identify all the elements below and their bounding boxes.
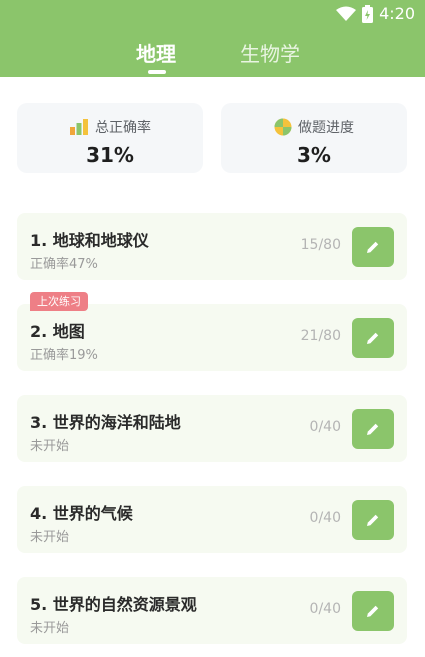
tab-geography[interactable]: 地理 — [136, 38, 176, 67]
chapter-subtitle: 正确率19% — [30, 348, 98, 363]
chapter-title: 1. 地球和地球仪 — [30, 231, 149, 250]
active-tab-indicator — [148, 70, 166, 74]
chapter-item-2[interactable]: 2. 地图 正确率19% 21/80 — [17, 304, 407, 371]
bar-chart-icon — [70, 119, 88, 135]
accuracy-header: 总正确率 — [17, 117, 203, 137]
pencil-icon — [367, 332, 379, 344]
chapter-title: 3. 世界的海洋和陆地 — [30, 413, 181, 432]
chapter-item-5[interactable]: 5. 世界的自然资源景观 未开始 0/40 — [17, 577, 407, 644]
edit-button[interactable] — [352, 591, 394, 631]
chapter-item-1[interactable]: 1. 地球和地球仪 正确率47% 15/80 — [17, 213, 407, 280]
wifi-icon — [336, 6, 357, 21]
progress-header: 做题进度 — [221, 117, 407, 137]
accuracy-label: 总正确率 — [95, 120, 151, 136]
progress-value: 3% — [297, 143, 331, 167]
accuracy-value: 31% — [86, 143, 134, 167]
chapter-count: 21/80 — [300, 328, 341, 344]
status-time: 4:20 — [379, 4, 415, 23]
app-header: 4:20 地理 生物学 — [0, 0, 425, 77]
chapter-title: 2. 地图 — [30, 322, 85, 341]
chapter-count: 0/40 — [309, 601, 341, 617]
chapter-subtitle: 未开始 — [30, 439, 70, 454]
edit-button[interactable] — [352, 227, 394, 267]
chapter-subtitle: 未开始 — [30, 530, 70, 545]
progress-label: 做题进度 — [298, 120, 354, 136]
status-icons: 4:20 — [336, 4, 415, 23]
battery-icon — [362, 4, 374, 23]
chapter-count: 0/40 — [309, 419, 341, 435]
chapter-subtitle: 正确率47% — [30, 257, 98, 272]
chapter-subtitle: 未开始 — [30, 621, 70, 636]
last-practice-tag: 上次练习 — [30, 292, 88, 311]
pencil-icon — [367, 423, 379, 435]
accuracy-card: 总正确率 31% — [17, 103, 203, 173]
edit-button[interactable] — [352, 500, 394, 540]
progress-card: 做题进度 3% — [221, 103, 407, 173]
chapter-title: 5. 世界的自然资源景观 — [30, 595, 197, 614]
pencil-icon — [367, 241, 379, 253]
status-bar: 4:20 — [0, 0, 425, 28]
pencil-icon — [367, 605, 379, 617]
chapter-item-3[interactable]: 3. 世界的海洋和陆地 未开始 0/40 — [17, 395, 407, 462]
chapter-item-4[interactable]: 4. 世界的气候 未开始 0/40 — [17, 486, 407, 553]
edit-button[interactable] — [352, 409, 394, 449]
chapter-count: 15/80 — [300, 237, 341, 253]
subject-tabs: 地理 生物学 — [0, 30, 425, 77]
chapter-count: 0/40 — [309, 510, 341, 526]
tab-biology[interactable]: 生物学 — [240, 38, 300, 67]
chapter-title: 4. 世界的气候 — [30, 504, 133, 523]
pencil-icon — [367, 514, 379, 526]
edit-button[interactable] — [352, 318, 394, 358]
pie-chart-icon — [274, 118, 292, 136]
